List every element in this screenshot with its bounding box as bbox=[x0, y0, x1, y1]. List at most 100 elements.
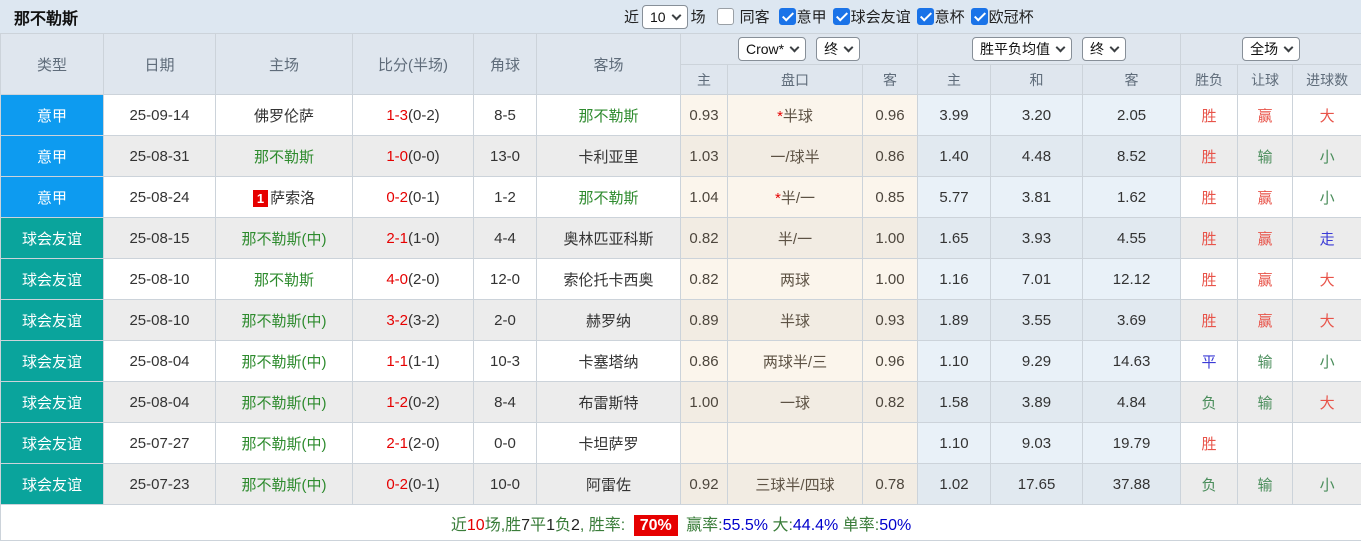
near-count-select[interactable]: 10 bbox=[642, 4, 688, 29]
avg-away-cell: 4.84 bbox=[1082, 381, 1182, 423]
red-card-badge: 1 bbox=[252, 189, 269, 207]
odds-plate-cell: 一球 bbox=[727, 381, 863, 423]
home-team[interactable]: 那不勒斯 bbox=[215, 258, 353, 300]
filter-bar: 近 10 场 同客 意甲 球会友谊 意杯 欧冠杯 bbox=[624, 0, 1034, 33]
result-scope-group: 全场 bbox=[1180, 33, 1361, 65]
away-team[interactable]: 赫罗纳 bbox=[536, 299, 681, 341]
away-team[interactable]: 卡塞塔纳 bbox=[536, 340, 681, 382]
home-team[interactable]: 那不勒斯 bbox=[215, 135, 353, 177]
chevron-down-icon bbox=[1109, 42, 1120, 53]
competition-checkbox[interactable] bbox=[778, 8, 796, 25]
odds-home-cell: 0.82 bbox=[680, 258, 728, 300]
result-cell: 胜 bbox=[1180, 217, 1239, 259]
odds-plate-cell: *半球 bbox=[727, 94, 863, 136]
score-cell: 0-2(0-1) bbox=[352, 176, 474, 218]
away-team[interactable]: 卡利亚里 bbox=[536, 135, 681, 177]
home-team[interactable]: 1 萨索洛 bbox=[215, 176, 353, 218]
avg-odds-value: 胜平负均值 bbox=[980, 41, 1051, 57]
competition-checkbox[interactable] bbox=[832, 8, 850, 25]
avg-odds-group: 胜平负均值 终 bbox=[917, 33, 1182, 65]
chevron-down-icon bbox=[789, 42, 800, 53]
goals-result-cell: 大 bbox=[1292, 94, 1361, 136]
goals-result-cell: 大 bbox=[1292, 381, 1361, 423]
avg-draw-cell: 9.29 bbox=[990, 340, 1084, 382]
avg-draw-cell: 17.65 bbox=[990, 463, 1084, 505]
corner-cell: 13-0 bbox=[473, 135, 537, 177]
odds-plate-cell: 两球 bbox=[727, 258, 863, 300]
avg-odds-select[interactable]: 胜平负均值 bbox=[972, 37, 1073, 61]
result-cell: 平 bbox=[1180, 340, 1239, 382]
odds-home-cell: 0.82 bbox=[680, 217, 728, 259]
home-team[interactable]: 那不勒斯(中) bbox=[215, 217, 353, 259]
avg-away-cell: 37.88 bbox=[1082, 463, 1182, 505]
goals-result-cell bbox=[1292, 422, 1361, 464]
corner-cell: 2-0 bbox=[473, 299, 537, 341]
avg-away-cell: 19.79 bbox=[1082, 422, 1182, 464]
away-team[interactable]: 索伦托卡西奥 bbox=[536, 258, 681, 300]
away-team[interactable]: 那不勒斯 bbox=[536, 94, 681, 136]
avg-away-cell: 4.55 bbox=[1082, 217, 1182, 259]
odds-home-cell: 1.04 bbox=[680, 176, 728, 218]
col-header-type: 类型 bbox=[0, 33, 104, 95]
table-row: 球会友谊 25-08-04 那不勒斯(中) 1-1(1-1) 10-3 卡塞塔纳… bbox=[0, 340, 1361, 382]
odds-away-cell: 0.82 bbox=[861, 381, 919, 423]
score-cell: 1-0(0-0) bbox=[352, 135, 474, 177]
avg-home-cell: 1.65 bbox=[917, 217, 992, 259]
table-row: 意甲 25-08-31 那不勒斯 1-0(0-0) 13-0 卡利亚里 1.03… bbox=[0, 135, 1361, 177]
avg-state-select[interactable]: 终 bbox=[1082, 37, 1127, 61]
competition-label: 意杯 bbox=[934, 9, 965, 26]
corner-cell: 8-4 bbox=[473, 381, 537, 423]
odds-plate-cell: 两球半/三 bbox=[727, 340, 863, 382]
competition-label: 欧冠杯 bbox=[988, 9, 1034, 26]
score-cell: 1-3(0-2) bbox=[352, 94, 474, 136]
away-team[interactable]: 奥林匹亚科斯 bbox=[536, 217, 681, 259]
result-cell: 胜 bbox=[1180, 299, 1239, 341]
score-cell: 0-2(0-1) bbox=[352, 463, 474, 505]
corner-cell: 1-2 bbox=[473, 176, 537, 218]
type-cell: 球会友谊 bbox=[0, 299, 104, 341]
scope-select[interactable]: 全场 bbox=[1242, 37, 1301, 61]
goals-result-cell: 小 bbox=[1292, 176, 1361, 218]
odds-plate-cell: *半/一 bbox=[727, 176, 863, 218]
score-cell: 1-2(0-2) bbox=[352, 381, 474, 423]
avg-draw-cell: 7.01 bbox=[990, 258, 1084, 300]
handicap-result-cell: 输 bbox=[1237, 135, 1294, 177]
home-team[interactable]: 那不勒斯(中) bbox=[215, 463, 353, 505]
away-team[interactable]: 布雷斯特 bbox=[536, 381, 681, 423]
avg-draw-cell: 3.81 bbox=[990, 176, 1084, 218]
goals-result-cell: 大 bbox=[1292, 299, 1361, 341]
table-row: 球会友谊 25-07-23 那不勒斯(中) 0-2(0-1) 10-0 阿雷佐 … bbox=[0, 463, 1361, 505]
odds-company-select[interactable]: Crow* bbox=[737, 37, 807, 61]
same-venue-checkbox[interactable] bbox=[716, 8, 734, 25]
competition-checkbox[interactable] bbox=[970, 8, 988, 25]
date-cell: 25-08-10 bbox=[103, 258, 216, 300]
away-team[interactable]: 那不勒斯 bbox=[536, 176, 681, 218]
home-team[interactable]: 那不勒斯(中) bbox=[215, 299, 353, 341]
avg-away-cell: 2.05 bbox=[1082, 94, 1182, 136]
avg-home-cell: 3.99 bbox=[917, 94, 992, 136]
odds-home-cell: 1.00 bbox=[680, 381, 728, 423]
table-row: 球会友谊 25-08-10 那不勒斯 4-0(2-0) 12-0 索伦托卡西奥 … bbox=[0, 258, 1361, 300]
odds-state-select[interactable]: 终 bbox=[816, 37, 861, 61]
handicap-result-cell: 赢 bbox=[1237, 176, 1294, 218]
date-cell: 25-07-27 bbox=[103, 422, 216, 464]
result-cell: 胜 bbox=[1180, 176, 1239, 218]
subcol-avg-away: 客 bbox=[1082, 64, 1182, 95]
score-cell: 1-1(1-1) bbox=[352, 340, 474, 382]
home-team[interactable]: 那不勒斯(中) bbox=[215, 381, 353, 423]
subcol-result: 胜负 bbox=[1180, 64, 1239, 95]
away-team[interactable]: 卡坦萨罗 bbox=[536, 422, 681, 464]
away-team[interactable]: 阿雷佐 bbox=[536, 463, 681, 505]
home-team[interactable]: 佛罗伦萨 bbox=[215, 94, 353, 136]
corner-cell: 10-0 bbox=[473, 463, 537, 505]
competition-checkbox[interactable] bbox=[916, 8, 934, 25]
odds-away-cell: 0.96 bbox=[861, 340, 919, 382]
avg-away-cell: 3.69 bbox=[1082, 299, 1182, 341]
date-cell: 25-07-23 bbox=[103, 463, 216, 505]
home-team[interactable]: 那不勒斯(中) bbox=[215, 340, 353, 382]
avg-draw-cell: 3.93 bbox=[990, 217, 1084, 259]
home-team[interactable]: 那不勒斯(中) bbox=[215, 422, 353, 464]
type-cell: 球会友谊 bbox=[0, 340, 104, 382]
score-cell: 2-1(1-0) bbox=[352, 217, 474, 259]
odds-home-cell bbox=[680, 422, 728, 464]
